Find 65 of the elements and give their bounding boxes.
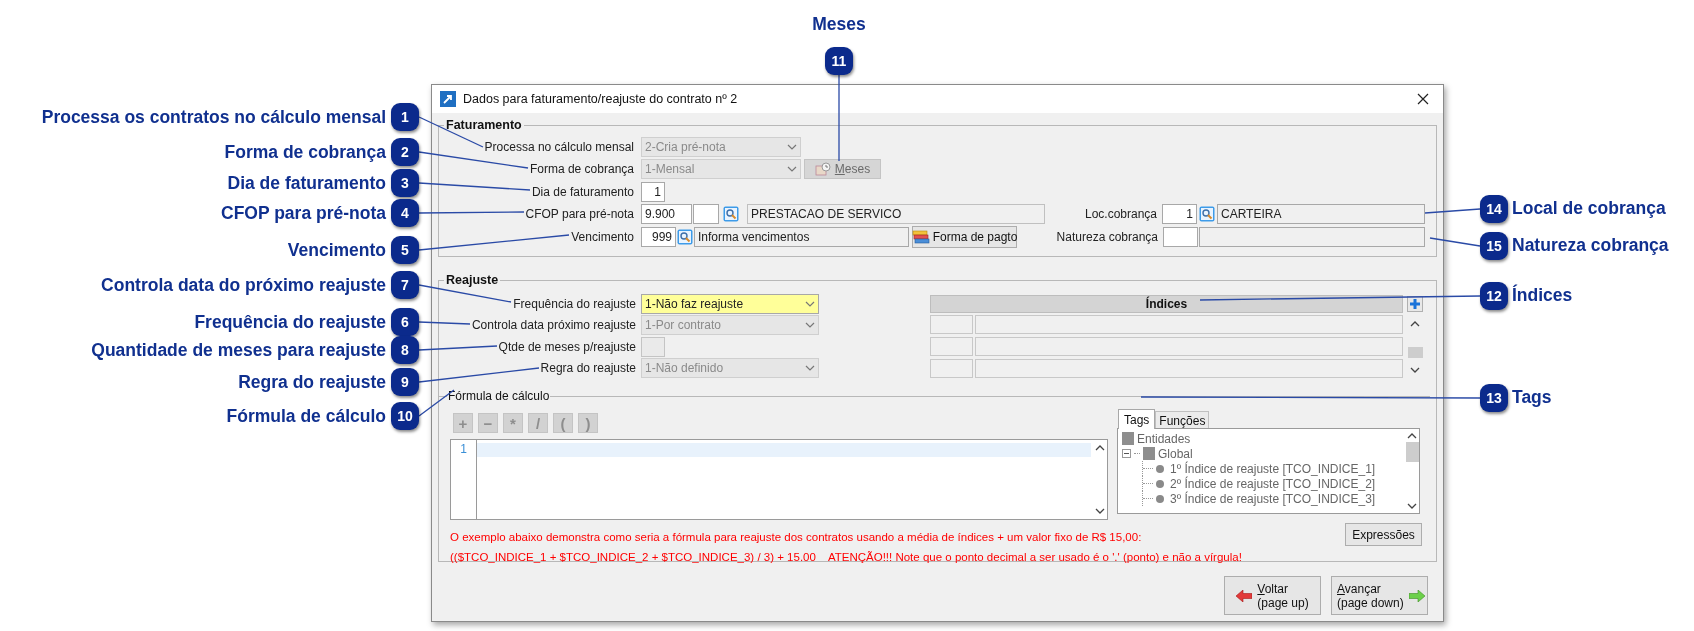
- callout-badge: 7: [391, 271, 419, 299]
- callout-badge: 12: [1480, 282, 1508, 310]
- callout-label: Fórmula de cálculo: [226, 405, 386, 427]
- callout-label: CFOP para pré-nota: [221, 202, 386, 224]
- callout-badge: 5: [391, 236, 419, 264]
- callout-badge: 2: [391, 138, 419, 166]
- callout-badge: 4: [391, 199, 419, 227]
- next-button[interactable]: Avançar (page down): [1331, 576, 1428, 615]
- callout-label: Tags: [1512, 386, 1552, 408]
- field-label: Frequência do reajuste: [513, 296, 636, 311]
- callout-badge: 14: [1480, 195, 1508, 223]
- text-field[interactable]: PRESTACAO DE SERVICO: [747, 204, 1045, 225]
- note-text: O exemplo abaixo demonstra como seria a fórmula para reajuste dos contratos usando a média de índices + um valor fixo de R$ 15,00:: [450, 530, 1142, 546]
- tab[interactable]: Funções: [1155, 411, 1210, 429]
- text-field[interactable]: 9.900: [641, 204, 692, 225]
- callout-badge: 11: [825, 47, 853, 75]
- section-title: Fórmula de cálculo: [447, 388, 551, 406]
- text-field[interactable]: 999: [641, 226, 676, 247]
- callout-badge: 15: [1480, 232, 1508, 260]
- callout-label: Meses: [811, 13, 867, 35]
- callout-badge: 13: [1480, 384, 1508, 412]
- callout-badge: 1: [391, 103, 419, 131]
- callout-badge: 8: [391, 336, 419, 364]
- text-field[interactable]: 1: [1162, 204, 1197, 225]
- window-title: Dados para faturamento/reajuste do contrato nº 2: [463, 90, 738, 108]
- field-label: Regra do reajuste: [540, 361, 636, 376]
- field-label: Processa no cálculo mensal: [484, 139, 634, 154]
- text-field[interactable]: Informa vencimentos: [694, 226, 909, 247]
- field-label: Loc.cobrança: [1084, 207, 1157, 222]
- field-label: Qtde de meses p/reajuste: [498, 339, 636, 354]
- callout-label: Controla data do próximo reajuste: [101, 274, 386, 296]
- callout-label: Frequência do reajuste: [194, 311, 386, 333]
- line-number: 1: [460, 442, 467, 457]
- column-header: Índices: [930, 294, 1403, 313]
- callout-label: Local de cobrança: [1512, 197, 1666, 219]
- field-label: Vencimento: [571, 229, 634, 244]
- warning-text: ATENÇÃO!!! Note que o ponto decimal a ser usado é o '.' (ponto) e não a vírgula!: [827, 549, 1242, 565]
- callout-badge: 10: [391, 402, 419, 430]
- text-field[interactable]: CARTEIRA: [1217, 204, 1425, 225]
- field-label: Forma de cobrança: [529, 162, 634, 177]
- tab[interactable]: Tags: [1118, 409, 1156, 430]
- group-title: Reajuste: [445, 272, 500, 289]
- forma-pagto-button[interactable]: Forma de pagto: [912, 225, 1017, 248]
- text-field[interactable]: 1: [641, 181, 665, 202]
- field-label: CFOP para pré-nota: [525, 207, 634, 222]
- dropdown[interactable]: 1-Não faz reajuste: [641, 293, 819, 314]
- callout-label: Quantidade de meses para reajuste: [91, 339, 386, 361]
- callout-label: Forma de cobrança: [224, 141, 386, 163]
- callout-label: Vencimento: [287, 239, 386, 261]
- callout-badge: 3: [391, 169, 419, 197]
- callout-label: Índices: [1512, 284, 1573, 306]
- group-title: Faturamento: [445, 117, 523, 134]
- expressoes-button[interactable]: Expressões: [1345, 523, 1422, 547]
- code-editor[interactable]: 1: [450, 439, 1108, 521]
- callout-label: Processa os contratos no cálculo mensal: [41, 106, 386, 128]
- field-label: Controla data próximo reajuste: [471, 318, 636, 333]
- back-button[interactable]: Voltar (page up): [1224, 576, 1321, 615]
- field-label: Natureza cobrança: [1056, 229, 1158, 244]
- callout-label: Natureza cobrança: [1512, 234, 1669, 256]
- callout-label: Dia de faturamento: [227, 172, 386, 194]
- callout-label: Regra do reajuste: [238, 371, 386, 393]
- callout-badge: 6: [391, 308, 419, 336]
- formula-example: (($TCO_INDICE_1 + $TCO_INDICE_2 + $TCO_INDICE_3) / 3) + 15.00: [450, 549, 816, 565]
- field-label: Dia de faturamento: [531, 184, 634, 199]
- callout-badge: 9: [391, 368, 419, 396]
